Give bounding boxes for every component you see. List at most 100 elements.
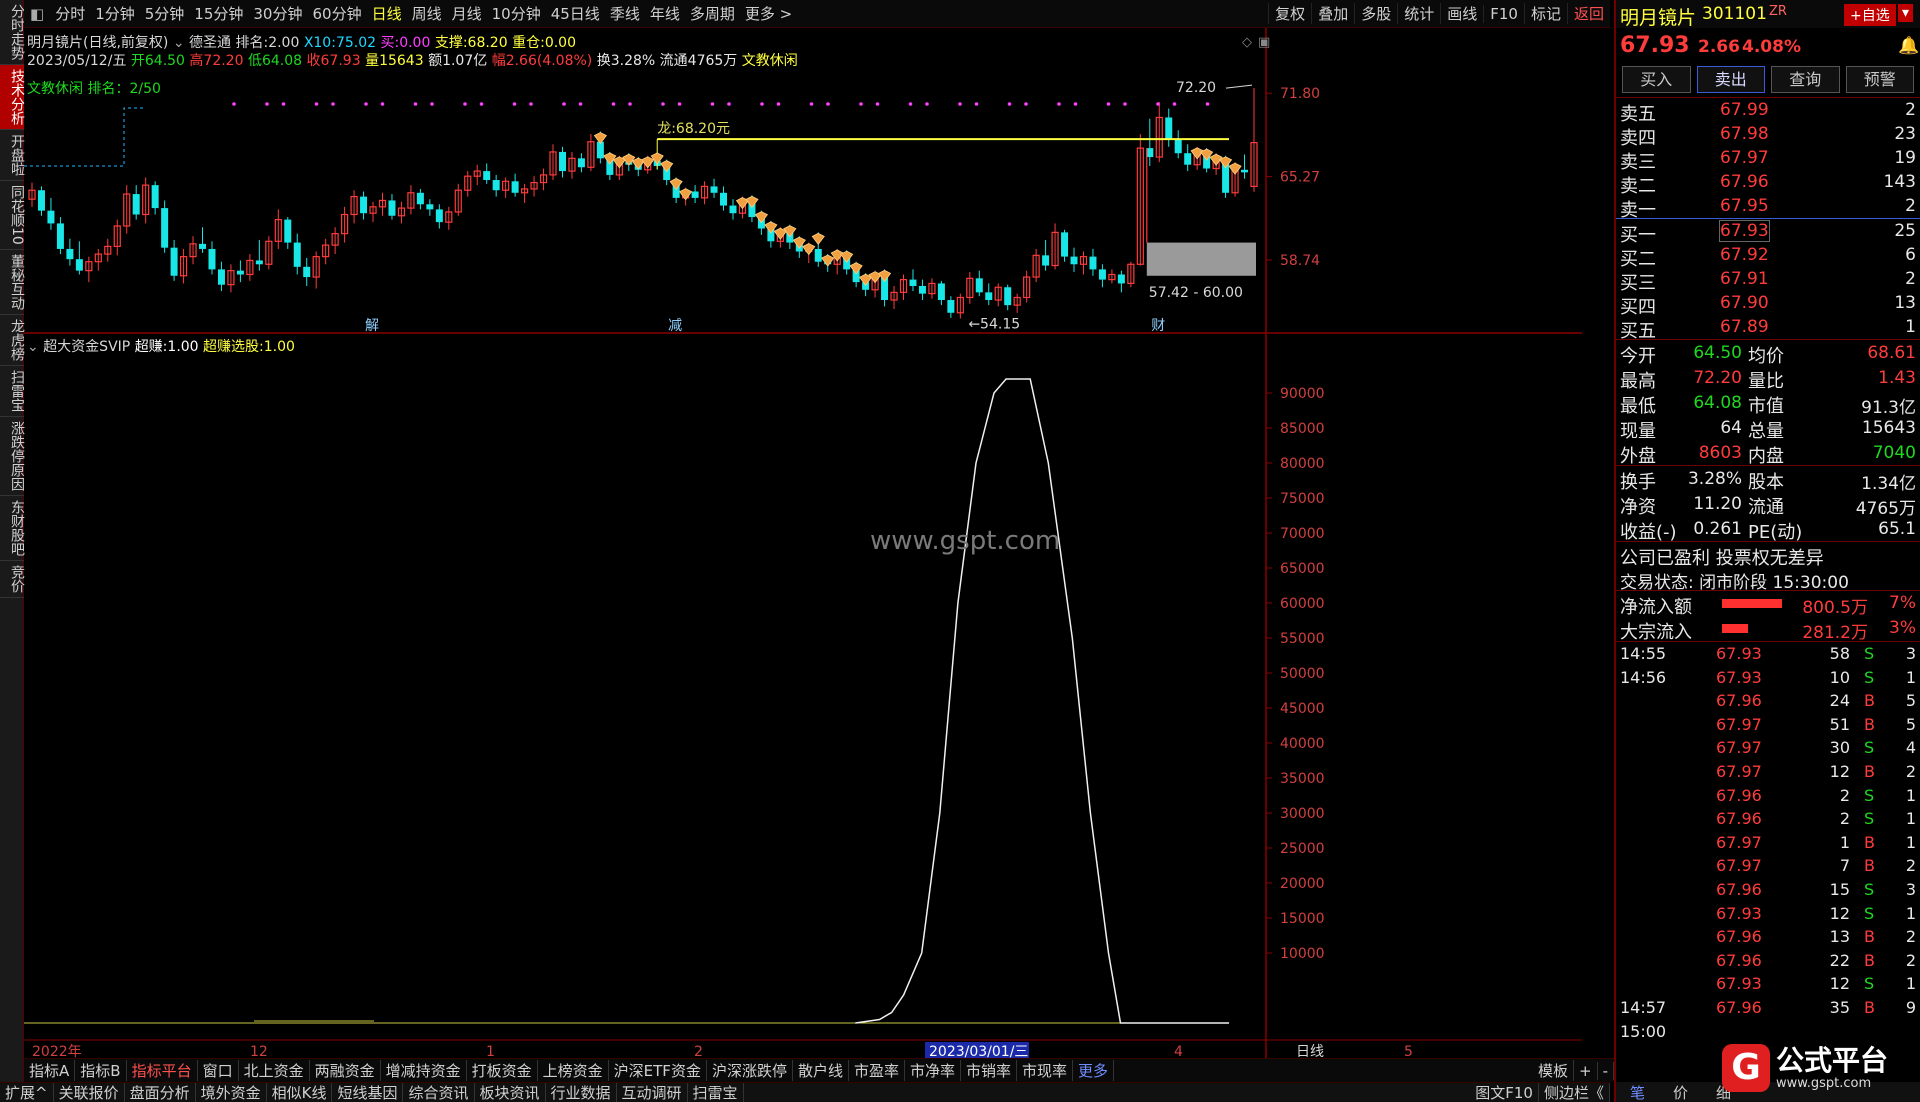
- menu-chevron-icon[interactable]: ▾: [1898, 4, 1914, 22]
- status-tab-4[interactable]: 相似K线: [267, 1083, 333, 1102]
- period-tab-0[interactable]: 分时: [50, 3, 90, 24]
- toolbar-button-5[interactable]: F10: [1483, 4, 1524, 23]
- dropdown-icon[interactable]: ⌄: [173, 35, 185, 51]
- toolbar-button-7[interactable]: 返回: [1566, 3, 1610, 24]
- period-tab-7[interactable]: 周线: [407, 3, 447, 24]
- toolbar-button-6[interactable]: 标记: [1523, 3, 1567, 24]
- left-tab-1[interactable]: 技术分析: [0, 65, 25, 130]
- trade-button-3[interactable]: 预警: [1845, 66, 1914, 93]
- trade-state: 交易状态: 闭市阶段 15:30:00: [1620, 573, 1849, 593]
- indicator-tab-6[interactable]: 增减持资金: [381, 1060, 467, 1081]
- left-tab-5[interactable]: 龙虎榜: [0, 315, 25, 366]
- trade-button-0[interactable]: 买入: [1622, 66, 1691, 93]
- left-tab-8[interactable]: 东财股吧: [0, 496, 25, 561]
- period-tab-9[interactable]: 10分钟: [487, 3, 546, 24]
- indicator-tab-12[interactable]: 市盈率: [849, 1060, 905, 1081]
- period-tab-13[interactable]: 多周期: [685, 3, 740, 24]
- indicator-tab-4[interactable]: 北上资金: [239, 1060, 310, 1081]
- toolbar-button-2[interactable]: 多股: [1354, 3, 1397, 24]
- ind-axis-label: 60000: [1280, 596, 1325, 612]
- trade-button-1[interactable]: 卖出: [1696, 66, 1765, 93]
- indicator-tab-2[interactable]: 指标平台: [127, 1060, 198, 1081]
- status-tab-10[interactable]: 扫雷宝: [688, 1083, 744, 1102]
- period-tab-14[interactable]: 更多 >: [740, 3, 797, 24]
- event-marker[interactable]: 减: [668, 318, 682, 334]
- indicator-tab-16[interactable]: 更多: [1073, 1060, 1115, 1081]
- indicator-tab-5[interactable]: 两融资金: [310, 1060, 381, 1081]
- main-chart[interactable]: 71.80 65.27 58.74 龙:68.20元 72.20 57.42 - 60.0…: [24, 28, 1582, 1058]
- status-tab-7[interactable]: 板块资讯: [475, 1083, 546, 1102]
- tick-tab-0[interactable]: 笔: [1616, 1082, 1659, 1102]
- left-tab-7[interactable]: 涨跌停原因: [0, 417, 25, 496]
- ind-axis-label: 65000: [1280, 561, 1325, 577]
- status-right-0[interactable]: 图文F10: [1470, 1083, 1539, 1102]
- period-tab-2[interactable]: 5分钟: [140, 3, 190, 24]
- status-tab-6[interactable]: 综合资讯: [403, 1083, 475, 1102]
- sidebar-toggle-icon[interactable]: ◧: [24, 5, 50, 23]
- bell-icon[interactable]: 🔔: [1898, 36, 1919, 56]
- indicator-tab-15[interactable]: 市现率: [1017, 1060, 1074, 1081]
- period-toolbar: ◧ 分时 1分钟 5分钟 15分钟 30分钟 60分钟 日线 周线 月线 10分钟 45日线 季线 年线…: [24, 0, 1610, 28]
- period-tab-1[interactable]: 1分钟: [90, 3, 140, 24]
- left-tab-3[interactable]: 同花顺10: [0, 181, 25, 250]
- toolbar-button-4[interactable]: 画线: [1440, 3, 1483, 24]
- toolbar-button-0[interactable]: 复权: [1268, 3, 1311, 24]
- event-marker[interactable]: 财: [1151, 318, 1165, 334]
- add-watchlist-button[interactable]: +自选: [1844, 4, 1896, 26]
- candle-body: [151, 185, 159, 209]
- template-control-1[interactable]: +: [1574, 1061, 1598, 1080]
- indicator-tab-10[interactable]: 沪深涨跌停: [707, 1060, 793, 1081]
- period-tab-8[interactable]: 月线: [447, 3, 487, 24]
- asks-price: 67.99: [1720, 100, 1769, 120]
- indicator-tab-3[interactable]: 窗口: [198, 1060, 239, 1081]
- period-tab-3[interactable]: 15分钟: [189, 3, 248, 24]
- dropdown-icon[interactable]: ⌄: [27, 339, 39, 355]
- indicator-tab-13[interactable]: 市净率: [905, 1060, 962, 1081]
- left-tab-0[interactable]: 分时走势: [0, 0, 25, 65]
- signal-dot: [958, 102, 962, 106]
- status-tab-8[interactable]: 行业数据: [546, 1083, 617, 1102]
- indicator-name: 德圣通: [189, 35, 232, 51]
- signal-dot: [1024, 102, 1028, 106]
- logo-icon: G: [1722, 1044, 1770, 1092]
- status-tab-3[interactable]: 境外资金: [196, 1083, 267, 1102]
- status-right-1[interactable]: 侧边栏《: [1539, 1083, 1610, 1102]
- left-tab-2[interactable]: 开盘啦: [0, 130, 25, 181]
- status-tab-2[interactable]: 盘面分析: [125, 1083, 196, 1102]
- left-tab-6[interactable]: 扫雷宝: [0, 366, 25, 417]
- period-tab-11[interactable]: 季线: [605, 3, 645, 24]
- event-marker[interactable]: 解: [365, 318, 379, 334]
- status-tab-5[interactable]: 短线基因: [332, 1083, 404, 1102]
- period-tab-12[interactable]: 年线: [645, 3, 685, 24]
- status-tab-1[interactable]: 关联报价: [54, 1083, 125, 1102]
- left-tab-4[interactable]: 董秘互动: [0, 250, 25, 315]
- signal-dot: [611, 102, 616, 106]
- candle-body: [492, 180, 500, 191]
- period-tab-10[interactable]: 45日线: [546, 3, 605, 24]
- toolbar-button-3[interactable]: 统计: [1397, 3, 1440, 24]
- indicator-tab-11[interactable]: 散户线: [793, 1060, 849, 1081]
- trade-button-2[interactable]: 查询: [1771, 66, 1840, 93]
- indicator-tab-9[interactable]: 沪深ETF资金: [609, 1060, 707, 1081]
- tick-time: 14:55: [1620, 644, 1667, 663]
- indicator-tab-7[interactable]: 打板资金: [467, 1060, 538, 1081]
- left-tab-9[interactable]: 竞价: [0, 561, 25, 598]
- diamond-icon[interactable]: ◇: [1242, 35, 1252, 50]
- indicator-tab-0[interactable]: 指标A: [24, 1060, 76, 1081]
- period-tab-6[interactable]: 日线: [367, 3, 407, 24]
- tick-count: 1: [1905, 974, 1916, 994]
- template-control-0[interactable]: 模板: [1533, 1060, 1574, 1081]
- tick-tab-1[interactable]: 价: [1659, 1082, 1702, 1102]
- template-control-2[interactable]: -: [1598, 1061, 1614, 1080]
- tick-list[interactable]: 14:55 67.93 58 S 3 14:56 67.93 10 S 1 67.96 24 B 5 67.…: [1616, 642, 1920, 1043]
- status-tab-9[interactable]: 互动调研: [617, 1083, 688, 1102]
- period-tab-5[interactable]: 60分钟: [307, 3, 366, 24]
- signal-marker: [679, 188, 693, 201]
- toolbar-button-1[interactable]: 叠加: [1311, 3, 1354, 24]
- period-tab-4[interactable]: 30分钟: [248, 3, 307, 24]
- indicator-tab-14[interactable]: 市销率: [961, 1060, 1018, 1081]
- indicator-tab-1[interactable]: 指标B: [75, 1060, 127, 1081]
- indicator-tab-8[interactable]: 上榜资金: [538, 1060, 609, 1081]
- window-icon[interactable]: ▣: [1258, 35, 1270, 50]
- status-tab-0[interactable]: 扩展^: [0, 1083, 54, 1102]
